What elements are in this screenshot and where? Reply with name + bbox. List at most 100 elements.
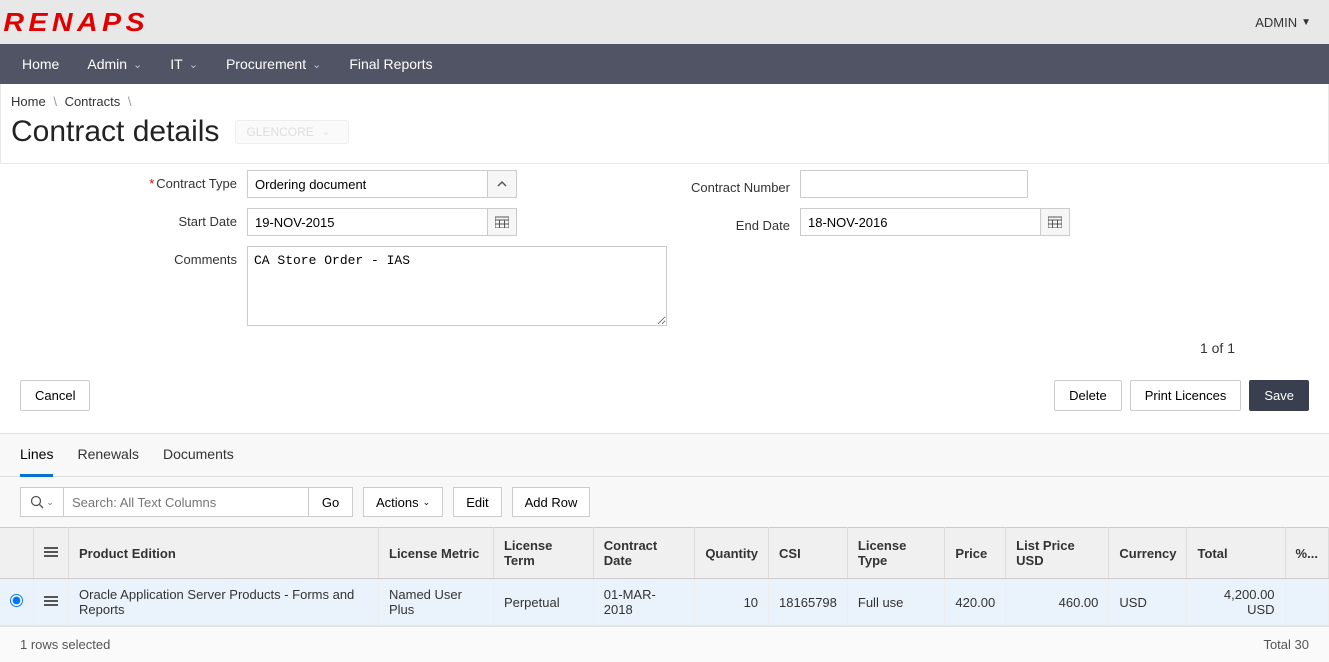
chevron-down-icon: ⌄ — [423, 497, 431, 508]
chevron-down-icon: ⌄ — [322, 127, 330, 138]
nav-label: Procurement — [226, 56, 306, 72]
row-selector[interactable] — [0, 579, 34, 626]
col-quantity[interactable]: Quantity — [695, 528, 769, 579]
contract-type-dropdown[interactable] — [487, 170, 517, 198]
col-currency[interactable]: Currency — [1109, 528, 1187, 579]
cell-contract-date[interactable]: 01-MAR-2018 — [593, 579, 695, 626]
cell-total[interactable]: 4,200.00 USD — [1187, 579, 1285, 626]
record-counter: 1 of 1 — [20, 336, 1309, 360]
chevron-down-icon: ⌄ — [312, 58, 321, 71]
col-total[interactable]: Total — [1187, 528, 1285, 579]
hamburger-icon — [44, 545, 58, 559]
col-license-type[interactable]: License Type — [847, 528, 945, 579]
user-menu[interactable]: ADMIN ▼ — [1255, 15, 1311, 30]
cell-license-term[interactable]: Perpetual — [493, 579, 593, 626]
col-license-term[interactable]: License Term — [493, 528, 593, 579]
contract-type-label: *Contract Type — [20, 170, 247, 191]
cancel-button[interactable]: Cancel — [20, 380, 90, 411]
nav-label: Home — [22, 56, 59, 72]
nav-label: IT — [170, 56, 182, 72]
page-title: Contract details — [11, 115, 219, 149]
search-icon — [30, 495, 44, 509]
col-license-metric[interactable]: License Metric — [379, 528, 494, 579]
chevron-up-icon — [497, 179, 507, 189]
breadcrumb: Home \ Contracts \ — [1, 84, 1328, 115]
comments-textarea[interactable] — [247, 246, 667, 326]
lines-grid: Product Edition License Metric License T… — [0, 527, 1329, 626]
tab-renewals[interactable]: Renewals — [77, 434, 138, 476]
org-label: GLENCORE — [246, 125, 313, 139]
delete-button[interactable]: Delete — [1054, 380, 1122, 411]
grid-header-row: Product Edition License Metric License T… — [0, 528, 1329, 579]
cell-currency[interactable]: USD — [1109, 579, 1187, 626]
logo: RENAPS — [3, 7, 149, 38]
end-date-input[interactable] — [800, 208, 1040, 236]
cell-quantity[interactable]: 10 — [695, 579, 769, 626]
rows-selected: 1 rows selected — [20, 637, 110, 652]
cell-csi[interactable]: 18165798 — [769, 579, 848, 626]
print-licences-button[interactable]: Print Licences — [1130, 380, 1242, 411]
contract-number-input[interactable] — [800, 170, 1028, 198]
cell-pct[interactable] — [1285, 579, 1328, 626]
col-price[interactable]: Price — [945, 528, 1006, 579]
cell-license-metric[interactable]: Named User Plus — [379, 579, 494, 626]
tabs-region: Lines Renewals Documents ⌄ Go Actions ⌄ E… — [0, 433, 1329, 662]
row-menu[interactable] — [34, 579, 69, 626]
start-date-picker[interactable] — [487, 208, 517, 236]
org-select[interactable]: GLENCORE ⌄ — [235, 120, 349, 144]
start-date-input[interactable] — [247, 208, 487, 236]
calendar-icon — [1048, 216, 1062, 228]
chevron-down-icon: ⌄ — [133, 58, 142, 71]
grid-toolbar: ⌄ Go Actions ⌄ Edit Add Row — [0, 477, 1329, 527]
col-select[interactable] — [0, 528, 34, 579]
chevron-down-icon: ⌄ — [189, 58, 198, 71]
col-list-price[interactable]: List Price USD — [1006, 528, 1109, 579]
nav-it[interactable]: IT ⌄ — [156, 44, 212, 84]
end-date-label: End Date — [680, 212, 800, 233]
cell-price[interactable]: 420.00 — [945, 579, 1006, 626]
caret-down-icon: ▼ — [1301, 17, 1311, 28]
breadcrumb-home[interactable]: Home — [11, 94, 46, 109]
col-product-edition[interactable]: Product Edition — [69, 528, 379, 579]
tabs: Lines Renewals Documents — [0, 434, 1329, 477]
total-count: Total 30 — [1263, 637, 1309, 652]
search-input[interactable] — [64, 487, 309, 517]
form-region: *Contract Type Contract Number Start Dat… — [0, 164, 1329, 370]
breadcrumb-sep: \ — [49, 94, 61, 109]
edit-button[interactable]: Edit — [453, 487, 501, 517]
add-row-button[interactable]: Add Row — [512, 487, 591, 517]
row-radio[interactable] — [10, 594, 23, 607]
cell-license-type[interactable]: Full use — [847, 579, 945, 626]
col-contract-date[interactable]: Contract Date — [593, 528, 695, 579]
cell-list-price[interactable]: 460.00 — [1006, 579, 1109, 626]
nav-admin[interactable]: Admin ⌄ — [73, 44, 156, 84]
nav-final-reports[interactable]: Final Reports — [335, 44, 446, 84]
col-row-menu[interactable] — [34, 528, 69, 579]
end-date-picker[interactable] — [1040, 208, 1070, 236]
save-button[interactable]: Save — [1249, 380, 1309, 411]
actions-label: Actions — [376, 495, 419, 510]
tab-lines[interactable]: Lines — [20, 434, 53, 477]
search-menu-button[interactable]: ⌄ — [20, 487, 64, 517]
user-menu-label: ADMIN — [1255, 15, 1297, 30]
breadcrumb-contracts[interactable]: Contracts — [65, 94, 121, 109]
cell-product-edition[interactable]: Oracle Application Server Products - For… — [69, 579, 379, 626]
nav-home[interactable]: Home — [8, 44, 73, 84]
nav-bar: Home Admin ⌄ IT ⌄ Procurement ⌄ Final Repor… — [0, 44, 1329, 84]
nav-label: Admin — [87, 56, 127, 72]
calendar-icon — [495, 216, 509, 228]
col-csi[interactable]: CSI — [769, 528, 848, 579]
header-bar: RENAPS ADMIN ▼ — [0, 0, 1329, 44]
page-title-row: Contract details GLENCORE ⌄ — [1, 115, 1328, 163]
table-row[interactable]: Oracle Application Server Products - For… — [0, 579, 1329, 626]
tab-documents[interactable]: Documents — [163, 434, 234, 476]
contract-number-label: Contract Number — [680, 174, 800, 195]
content: Home \ Contracts \ Contract details GLEN… — [0, 84, 1329, 164]
contract-type-input[interactable] — [247, 170, 487, 198]
col-pct[interactable]: %... — [1285, 528, 1328, 579]
button-row: Cancel Delete Print Licences Save — [0, 370, 1329, 433]
nav-procurement[interactable]: Procurement ⌄ — [212, 44, 335, 84]
hamburger-icon — [44, 594, 58, 608]
actions-button[interactable]: Actions ⌄ — [363, 487, 443, 517]
go-button[interactable]: Go — [309, 487, 353, 517]
